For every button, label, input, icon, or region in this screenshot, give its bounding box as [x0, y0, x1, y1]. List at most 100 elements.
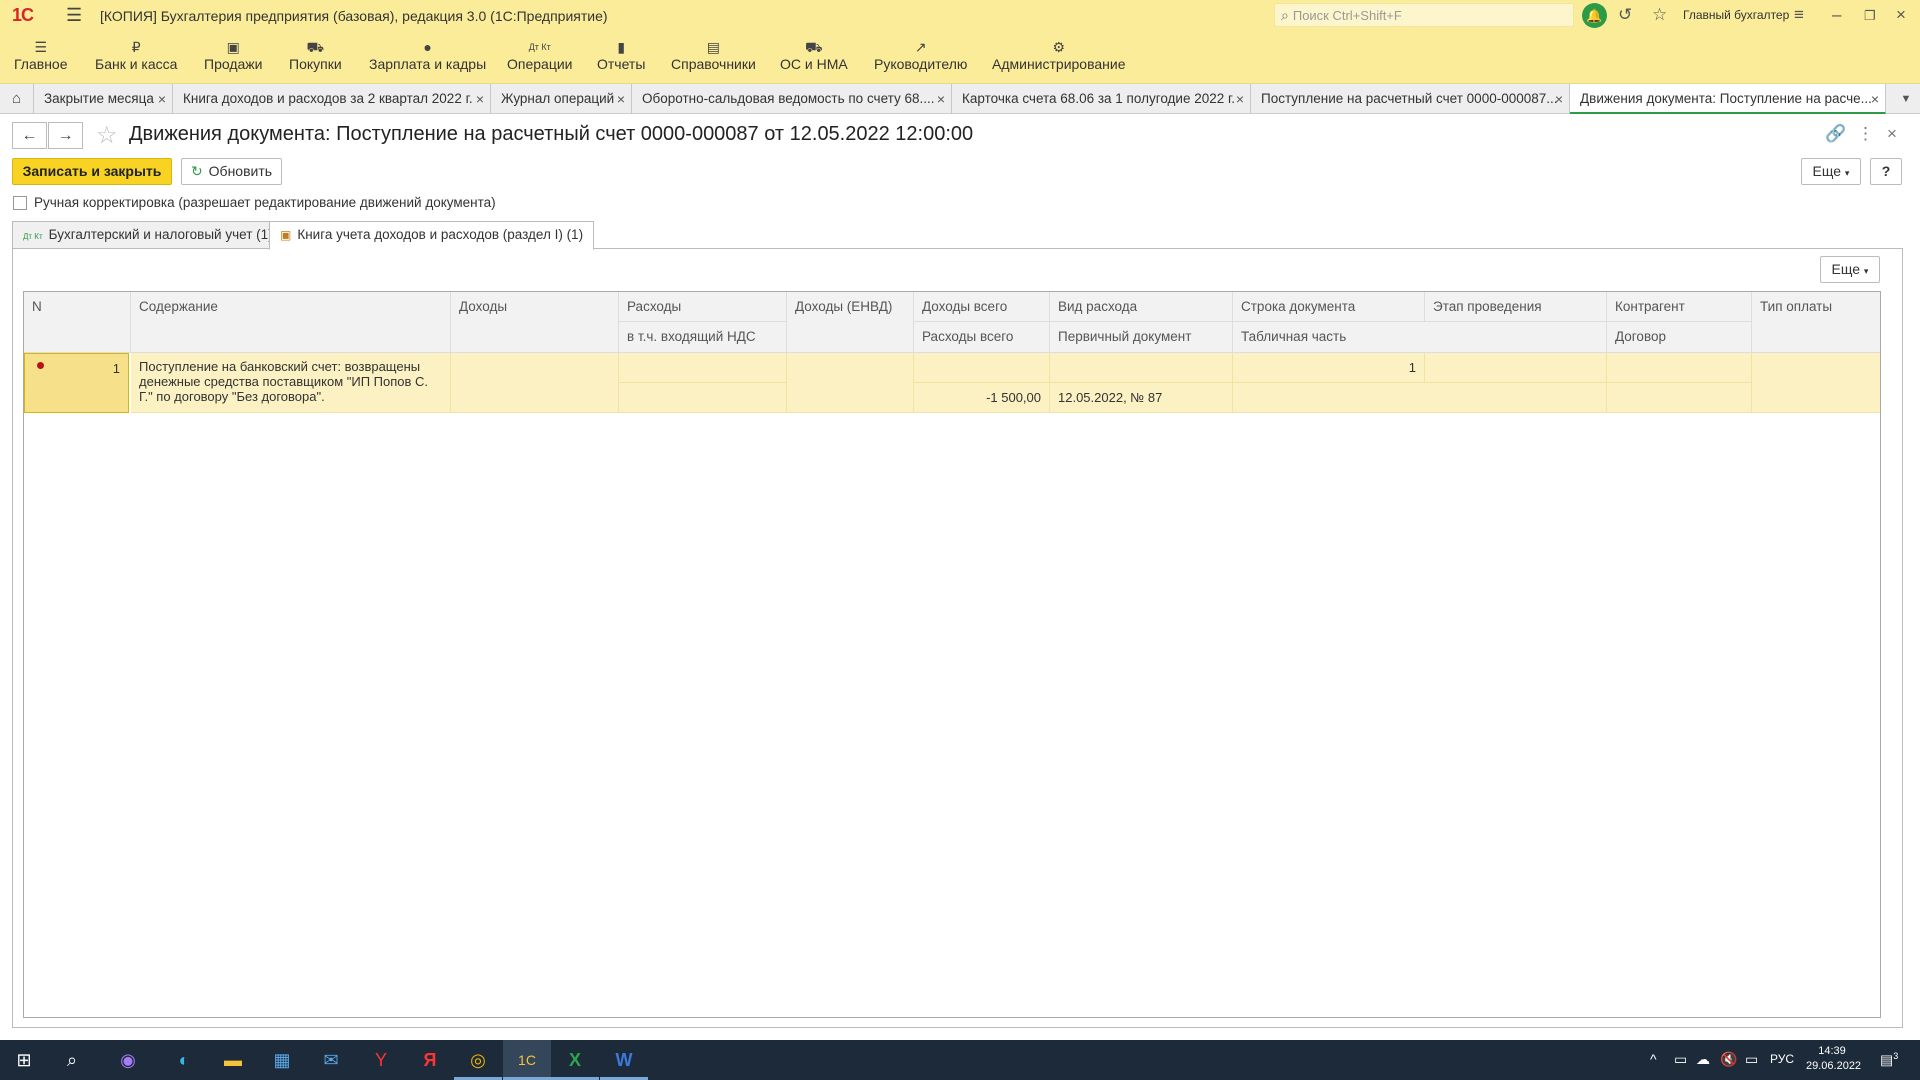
cell-income-envd[interactable]	[787, 353, 914, 413]
close-icon[interactable]: ×	[158, 84, 166, 114]
section-bank[interactable]: ₽ Банк и касса	[95, 39, 177, 72]
favorites-star-icon[interactable]: ☆	[1652, 5, 1667, 25]
user-name[interactable]: Главный бухгалтер	[1683, 8, 1789, 22]
cell-income-total[interactable]	[914, 353, 1050, 383]
col-header-content[interactable]: Содержание	[131, 292, 451, 353]
back-button[interactable]: ←	[12, 122, 47, 149]
section-assets[interactable]: ⛟ ОС и НМА	[780, 39, 848, 72]
cell-expenses[interactable]	[619, 353, 787, 383]
manual-correction-checkbox[interactable]	[13, 195, 27, 210]
cell-payment-type[interactable]	[1752, 353, 1880, 413]
search-icon[interactable]: ⌕	[48, 1040, 96, 1080]
cell-contract[interactable]	[1607, 383, 1752, 413]
grid-more-button[interactable]: Еще ▾	[1820, 256, 1880, 283]
open-tab[interactable]: Поступление на расчетный счет 0000-00008…	[1251, 84, 1570, 114]
col-header-contract[interactable]: Договор	[1607, 322, 1752, 353]
notification-bell-icon[interactable]: 🔔	[1582, 3, 1607, 28]
forward-button[interactable]: →	[48, 122, 83, 149]
clock[interactable]: 14:39 29.06.2022	[1806, 1044, 1861, 1074]
open-tab[interactable]: Закрытие месяца ×	[34, 84, 173, 114]
col-header-stage[interactable]: Этап проведения	[1425, 292, 1607, 322]
cell-doc-line[interactable]: 1	[1233, 353, 1425, 383]
onedrive-icon[interactable]: ☁	[1696, 1051, 1710, 1068]
file-explorer-icon[interactable]: ▬	[209, 1040, 257, 1080]
refresh-button[interactable]: ↻ Обновить	[181, 158, 282, 185]
section-reference[interactable]: ▤ Справочники	[671, 39, 756, 72]
more-vertical-icon[interactable]: ⋮	[1857, 124, 1874, 144]
link-icon[interactable]: 🔗	[1825, 124, 1846, 144]
section-main[interactable]: ☰ Главное	[14, 39, 68, 72]
cell-primary-doc[interactable]: 12.05.2022, № 87	[1050, 383, 1233, 413]
col-header-income[interactable]: Доходы	[451, 292, 619, 353]
movements-grid[interactable]: N Содержание Доходы Расходы Доходы (ЕНВД…	[23, 291, 1881, 1018]
col-header-expense-type[interactable]: Вид расхода	[1050, 292, 1233, 322]
close-icon[interactable]: ×	[937, 84, 945, 114]
search-input[interactable]: ⌕ Поиск Ctrl+Shift+F	[1274, 3, 1574, 27]
open-tab[interactable]: Журнал операций ×	[491, 84, 632, 114]
network-icon[interactable]: ▭	[1745, 1051, 1758, 1068]
tab-accounting[interactable]: Дт Кт Бухгалтерский и налоговый учет (1)	[12, 221, 284, 249]
1c-app-icon[interactable]: 1С	[503, 1040, 551, 1080]
section-reports[interactable]: ▮ Отчеты	[597, 39, 645, 72]
section-purchases[interactable]: ⛟ Покупки	[289, 39, 342, 72]
volume-muted-icon[interactable]: 🔇	[1720, 1051, 1737, 1068]
tabs-dropdown-icon[interactable]: ▼	[1892, 84, 1920, 114]
open-tab[interactable]: Оборотно-сальдовая ведомость по счету 68…	[632, 84, 952, 114]
col-header-counterparty[interactable]: Контрагент	[1607, 292, 1752, 322]
menu-icon[interactable]: ☰	[66, 5, 86, 26]
open-tab[interactable]: Книга доходов и расходов за 2 квартал 20…	[173, 84, 491, 114]
close-icon[interactable]: ×	[617, 84, 625, 114]
settings-menu-icon[interactable]: ≡	[1794, 5, 1804, 25]
cell-incoming-vat[interactable]	[619, 383, 787, 413]
yandex-icon[interactable]: Я	[406, 1040, 454, 1080]
language-indicator[interactable]: РУС	[1770, 1052, 1794, 1066]
more-button[interactable]: Еще ▾	[1801, 158, 1861, 185]
section-sales[interactable]: ▣ Продажи	[204, 39, 262, 72]
manual-correction-checkbox-row[interactable]: Ручная корректировка (разрешает редактир…	[13, 195, 496, 210]
section-salary[interactable]: ● Зарплата и кадры	[369, 39, 486, 72]
col-header-income-envd[interactable]: Доходы (ЕНВД)	[787, 292, 914, 353]
history-icon[interactable]: ↺	[1618, 5, 1632, 25]
word-icon[interactable]: W	[600, 1040, 648, 1080]
section-operations[interactable]: Дт Кт Операции	[507, 39, 573, 72]
help-button[interactable]: ?	[1870, 158, 1902, 185]
cell-stage[interactable]	[1425, 353, 1607, 383]
close-form-icon[interactable]: ×	[1887, 124, 1897, 144]
col-header-incoming-vat[interactable]: в т.ч. входящий НДС	[619, 322, 787, 353]
notifications-icon[interactable]: ▤3	[1880, 1051, 1898, 1069]
excel-icon[interactable]: X	[551, 1040, 599, 1080]
close-window-icon[interactable]: ×	[1896, 5, 1906, 25]
restore-icon[interactable]: ❐	[1864, 8, 1876, 24]
close-icon[interactable]: ×	[1871, 84, 1879, 112]
cell-counterparty[interactable]	[1607, 353, 1752, 383]
chrome-icon[interactable]: ◎	[454, 1040, 502, 1080]
minimize-icon[interactable]: –	[1832, 5, 1841, 25]
home-tab[interactable]: ⌂	[0, 84, 34, 114]
open-tab-active[interactable]: Движения документа: Поступление на расче…	[1570, 84, 1886, 114]
windows-start-icon[interactable]: ⊞	[0, 1040, 48, 1080]
mail-icon[interactable]: ✉	[307, 1040, 355, 1080]
col-header-table-part[interactable]: Табличная часть	[1233, 322, 1607, 353]
close-icon[interactable]: ×	[476, 84, 484, 114]
yandex-browser-icon[interactable]: Y	[357, 1040, 405, 1080]
cell-content[interactable]: Поступление на банковский счет: возвраще…	[131, 353, 451, 413]
cell-expense-type[interactable]	[1050, 353, 1233, 383]
col-header-n[interactable]: N	[24, 292, 131, 353]
col-header-income-total[interactable]: Доходы всего	[914, 292, 1050, 322]
section-manager[interactable]: ↗ Руководителю	[874, 39, 967, 72]
favorite-star-icon[interactable]: ☆	[96, 121, 118, 150]
close-icon[interactable]: ×	[1555, 84, 1563, 114]
tray-chevron-icon[interactable]: ^	[1650, 1051, 1657, 1067]
save-and-close-button[interactable]: Записать и закрыть	[12, 158, 172, 185]
col-header-doc-line[interactable]: Строка документа	[1233, 292, 1425, 322]
alice-assistant-icon[interactable]: ◉	[104, 1040, 152, 1080]
store-icon[interactable]: ▦	[258, 1040, 306, 1080]
section-admin[interactable]: ⚙ Администрирование	[992, 39, 1126, 72]
cell-income[interactable]	[451, 353, 619, 413]
close-icon[interactable]: ×	[1236, 84, 1244, 114]
app-logo[interactable]: 1С	[12, 5, 46, 26]
col-header-expenses[interactable]: Расходы	[619, 292, 787, 322]
col-header-primary-doc[interactable]: Первичный документ	[1050, 322, 1233, 353]
open-tab[interactable]: Карточка счета 68.06 за 1 полугодие 2022…	[952, 84, 1251, 114]
edge-browser-icon[interactable]: ◐	[160, 1040, 208, 1080]
